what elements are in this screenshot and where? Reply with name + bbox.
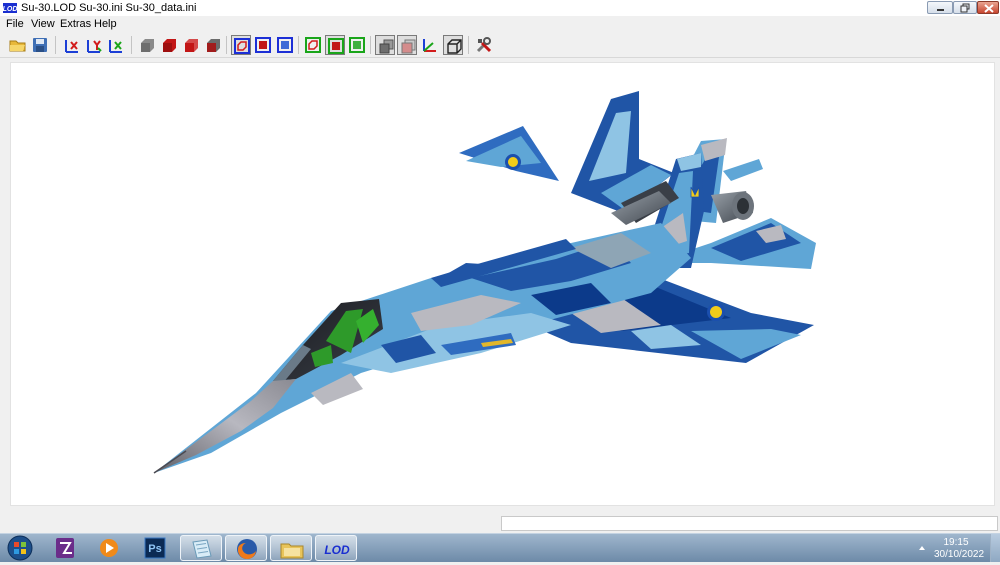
shade-red-light-icon <box>185 39 198 52</box>
show-desktop-button[interactable] <box>990 534 1000 562</box>
open-button[interactable] <box>8 35 28 55</box>
rotate-x-button[interactable] <box>62 35 82 55</box>
rotate-x-icon <box>65 40 78 53</box>
close-icon <box>984 4 994 13</box>
taskbar: Ps LOD 19:15 30/10/2022 <box>0 533 1000 562</box>
rotate-z-button[interactable] <box>106 35 126 55</box>
axes-icon <box>423 39 436 52</box>
clock-date[interactable]: 30/10/2022 <box>934 549 984 561</box>
save-disk-icon <box>33 38 47 52</box>
menu-view[interactable]: View <box>29 17 57 31</box>
svg-text:LOD: LOD <box>3 6 17 13</box>
tools-button[interactable] <box>474 35 494 55</box>
shade-red-icon <box>163 39 176 52</box>
rotate-y-button[interactable] <box>84 35 104 55</box>
bbox-green-button[interactable] <box>347 35 367 55</box>
toolbar <box>0 32 1000 58</box>
layers-icon <box>379 39 394 54</box>
close-button[interactable] <box>977 1 999 14</box>
taskbar-pdf-reader[interactable] <box>50 535 80 561</box>
bbox-red-icon <box>234 38 250 54</box>
lod-app-icon: LOD <box>3 3 17 13</box>
menu-extras[interactable]: Extras <box>58 17 93 31</box>
shade-grey-button[interactable] <box>137 35 157 55</box>
notepad-icon <box>192 539 212 559</box>
wireframe-box-icon <box>447 39 462 54</box>
chevron-up-icon[interactable] <box>918 544 926 552</box>
su30-aircraft-model[interactable] <box>11 63 995 506</box>
status-bar <box>0 511 1000 533</box>
bbox-green-outline-button[interactable] <box>303 35 323 55</box>
tools-icon <box>476 37 492 53</box>
taskbar-media-player[interactable] <box>94 535 124 561</box>
bbox-red-button[interactable] <box>231 35 251 55</box>
rotate-z-icon <box>109 40 122 53</box>
axes-button[interactable] <box>419 35 439 55</box>
shade-red-button[interactable] <box>159 35 179 55</box>
save-button[interactable] <box>30 35 50 55</box>
taskbar-firefox[interactable] <box>225 535 267 561</box>
layers-button[interactable] <box>375 35 395 55</box>
maximize-button[interactable] <box>953 1 977 14</box>
taskbar-notepad[interactable] <box>180 535 222 561</box>
render-mode-button[interactable] <box>397 35 417 55</box>
bbox-green-filled-icon <box>328 38 344 54</box>
minimize-icon <box>937 9 944 11</box>
start-button[interactable] <box>2 534 38 562</box>
bbox-green-filled-button[interactable] <box>325 35 345 55</box>
taskbar-file-explorer[interactable] <box>270 535 312 561</box>
bbox-green-outline-icon <box>305 37 321 53</box>
rotate-y-icon <box>87 40 102 53</box>
menu-file[interactable]: File <box>4 17 26 31</box>
open-folder-icon <box>9 40 26 52</box>
title-bar[interactable]: LOD Su-30.LOD Su-30.ini Su-30_data.ini <box>0 0 1000 16</box>
photoshop-icon: Ps <box>144 537 166 559</box>
model-viewport[interactable] <box>10 62 995 506</box>
photoshop-label: Ps <box>148 543 161 555</box>
taskbar-lod-app[interactable]: LOD <box>315 535 357 561</box>
lod-taskbar-label: LOD <box>324 543 350 557</box>
pdf-reader-icon <box>56 538 74 558</box>
maximize-icon <box>960 3 970 13</box>
minimize-button[interactable] <box>927 1 953 14</box>
file-explorer-icon <box>280 543 304 559</box>
bbox-red-filled-icon <box>255 37 271 53</box>
bbox-green-icon <box>349 37 365 53</box>
menu-help[interactable]: Help <box>92 17 119 31</box>
clock-time[interactable]: 19:15 <box>934 537 978 549</box>
taskbar-photoshop[interactable]: Ps <box>140 535 170 561</box>
lod-app-icon: LOD <box>324 543 350 557</box>
shade-dark-button[interactable] <box>203 35 223 55</box>
bbox-blue-button[interactable] <box>275 35 295 55</box>
media-player-icon <box>100 539 118 557</box>
wireframe-box-button[interactable] <box>443 35 463 55</box>
shade-dark-icon <box>207 39 220 52</box>
shade-grey-icon <box>141 39 154 52</box>
render-mode-icon <box>401 39 416 54</box>
shade-red-light-button[interactable] <box>181 35 201 55</box>
bbox-red-filled-button[interactable] <box>253 35 273 55</box>
firefox-icon <box>237 539 257 560</box>
bbox-blue-icon <box>277 37 293 53</box>
window-title: Su-30.LOD Su-30.ini Su-30_data.ini <box>21 2 197 14</box>
menu-bar: File View Extras Help <box>0 16 1000 32</box>
status-field <box>501 516 998 531</box>
windows-start-orb-icon <box>7 535 33 561</box>
